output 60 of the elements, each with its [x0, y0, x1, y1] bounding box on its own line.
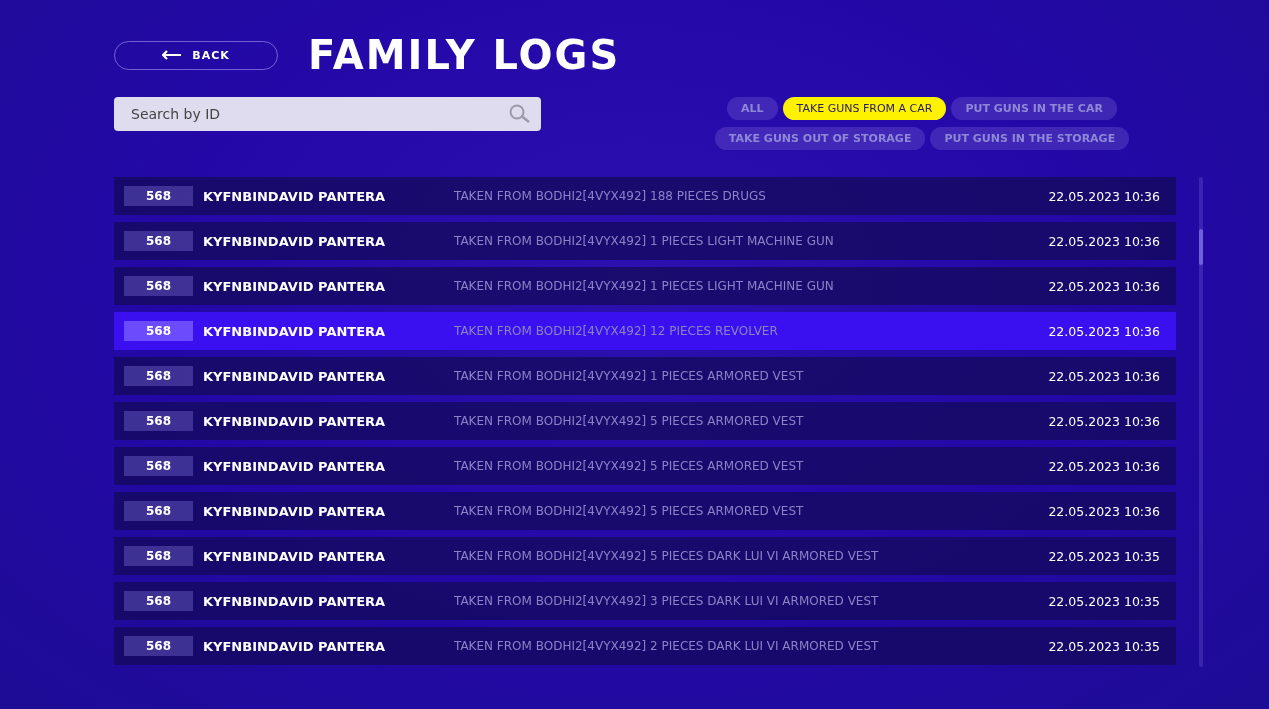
log-row[interactable]: 568 KYFNBINDAVID PANTERA TAKEN FROM BODHI2[4VYX492] 5 PIECES DARK LUI VI ARMORED VEST 22.05.2023 10:35 [114, 537, 1176, 575]
log-action: TAKEN FROM BODHI2[4VYX492] 3 PIECES DARK LUI VI ARMORED VEST [454, 594, 880, 608]
log-time: 22.05.2023 10:36 [1048, 278, 1160, 294]
log-time: 22.05.2023 10:35 [1048, 593, 1160, 609]
log-row[interactable]: 568 KYFNBINDAVID PANTERA TAKEN FROM BODHI2[4VYX492] 5 PIECES ARMORED VEST 22.05.2023 10:36 [114, 447, 1176, 485]
log-row[interactable]: 568 KYFNBINDAVID PANTERA TAKEN FROM BODHI2[4VYX492] 12 PIECES REVOLVER 22.05.2023 10:36 [114, 312, 1176, 350]
log-row[interactable]: 568 KYFNBINDAVID PANTERA TAKEN FROM BODHI2[4VYX492] 5 PIECES ARMORED VEST 22.05.2023 10:36 [114, 492, 1176, 530]
log-row[interactable]: 568 KYFNBINDAVID PANTERA TAKEN FROM BODHI2[4VYX492] 3 PIECES DARK LUI VI ARMORED VEST 22.05.2023 10:35 [114, 582, 1176, 620]
id-badge: 568 [124, 321, 193, 341]
log-row[interactable]: 568 KYFNBINDAVID PANTERA TAKEN FROM BODHI2[4VYX492] 1 PIECES LIGHT MACHINE GUN 22.05.2023 10:36 [114, 267, 1176, 305]
arrow-left-icon [162, 50, 183, 60]
player-name: KYFNBINDAVID PANTERA [203, 368, 387, 384]
log-action: TAKEN FROM BODHI2[4VYX492] 1 PIECES ARMORED VEST [454, 369, 805, 383]
log-action: TAKEN FROM BODHI2[4VYX492] 5 PIECES ARMORED VEST [454, 504, 805, 518]
log-row[interactable]: 568 KYFNBINDAVID PANTERA TAKEN FROM BODHI2[4VYX492] 5 PIECES ARMORED VEST 22.05.2023 10:36 [114, 402, 1176, 440]
player-name: KYFNBINDAVID PANTERA [203, 458, 387, 474]
log-action: TAKEN FROM BODHI2[4VYX492] 2 PIECES DARK LUI VI ARMORED VEST [454, 639, 880, 653]
log-time: 22.05.2023 10:36 [1048, 188, 1160, 204]
player-name: KYFNBINDAVID PANTERA [203, 593, 387, 609]
filter-tab[interactable]: TAKE GUNS FROM A CAR [782, 97, 947, 120]
log-row[interactable]: 568 KYFNBINDAVID PANTERA TAKEN FROM BODHI2[4VYX492] 188 PIECES DRUGS 22.05.2023 10:36 [114, 177, 1176, 215]
id-badge: 568 [124, 501, 193, 521]
player-name: KYFNBINDAVID PANTERA [203, 503, 387, 519]
player-name: KYFNBINDAVID PANTERA [203, 233, 387, 249]
id-badge: 568 [124, 276, 193, 296]
search-field[interactable]: Search by ID [114, 97, 541, 131]
id-badge: 568 [124, 366, 193, 386]
scrollbar-thumb[interactable] [1199, 229, 1203, 265]
log-time: 22.05.2023 10:36 [1048, 233, 1160, 249]
page-title: FAMILY LOGS [308, 39, 621, 71]
log-action: TAKEN FROM BODHI2[4VYX492] 1 PIECES LIGHT MACHINE GUN [454, 279, 835, 293]
log-action: TAKEN FROM BODHI2[4VYX492] 188 PIECES DRUGS [454, 189, 767, 203]
id-badge: 568 [124, 231, 193, 251]
player-name: KYFNBINDAVID PANTERA [203, 638, 387, 654]
id-badge: 568 [124, 411, 193, 431]
id-badge: 568 [124, 546, 193, 566]
id-badge: 568 [124, 636, 193, 656]
log-row[interactable]: 568 KYFNBINDAVID PANTERA TAKEN FROM BODHI2[4VYX492] 1 PIECES LIGHT MACHINE GUN 22.05.2023 10:36 [114, 222, 1176, 260]
id-badge: 568 [124, 591, 193, 611]
log-time: 22.05.2023 10:36 [1048, 368, 1160, 384]
id-badge: 568 [124, 186, 193, 206]
log-time: 22.05.2023 10:36 [1048, 323, 1160, 339]
player-name: KYFNBINDAVID PANTERA [203, 413, 387, 429]
player-name: KYFNBINDAVID PANTERA [203, 278, 387, 294]
log-time: 22.05.2023 10:36 [1048, 413, 1160, 429]
player-name: KYFNBINDAVID PANTERA [203, 323, 387, 339]
log-time: 22.05.2023 10:36 [1048, 458, 1160, 474]
log-row[interactable]: 568 KYFNBINDAVID PANTERA TAKEN FROM BODHI2[4VYX492] 2 PIECES DARK LUI VI ARMORED VEST 22.05.2023 10:35 [114, 627, 1176, 665]
player-name: KYFNBINDAVID PANTERA [203, 188, 387, 204]
log-time: 22.05.2023 10:35 [1048, 638, 1160, 654]
log-time: 22.05.2023 10:36 [1048, 503, 1160, 519]
log-action: TAKEN FROM BODHI2[4VYX492] 12 PIECES REVOLVER [454, 324, 779, 338]
log-action: TAKEN FROM BODHI2[4VYX492] 1 PIECES LIGHT MACHINE GUN [454, 234, 835, 248]
log-action: TAKEN FROM BODHI2[4VYX492] 5 PIECES ARMORED VEST [454, 414, 805, 428]
log-row[interactable]: 568 KYFNBINDAVID PANTERA TAKEN FROM BODHI2[4VYX492] 1 PIECES ARMORED VEST 22.05.2023 10:36 [114, 357, 1176, 395]
log-action: TAKEN FROM BODHI2[4VYX492] 5 PIECES DARK LUI VI ARMORED VEST [454, 549, 880, 563]
player-name: KYFNBINDAVID PANTERA [203, 548, 387, 564]
id-badge: 568 [124, 456, 193, 476]
log-action: TAKEN FROM BODHI2[4VYX492] 5 PIECES ARMORED VEST [454, 459, 805, 473]
log-time: 22.05.2023 10:35 [1048, 548, 1160, 564]
